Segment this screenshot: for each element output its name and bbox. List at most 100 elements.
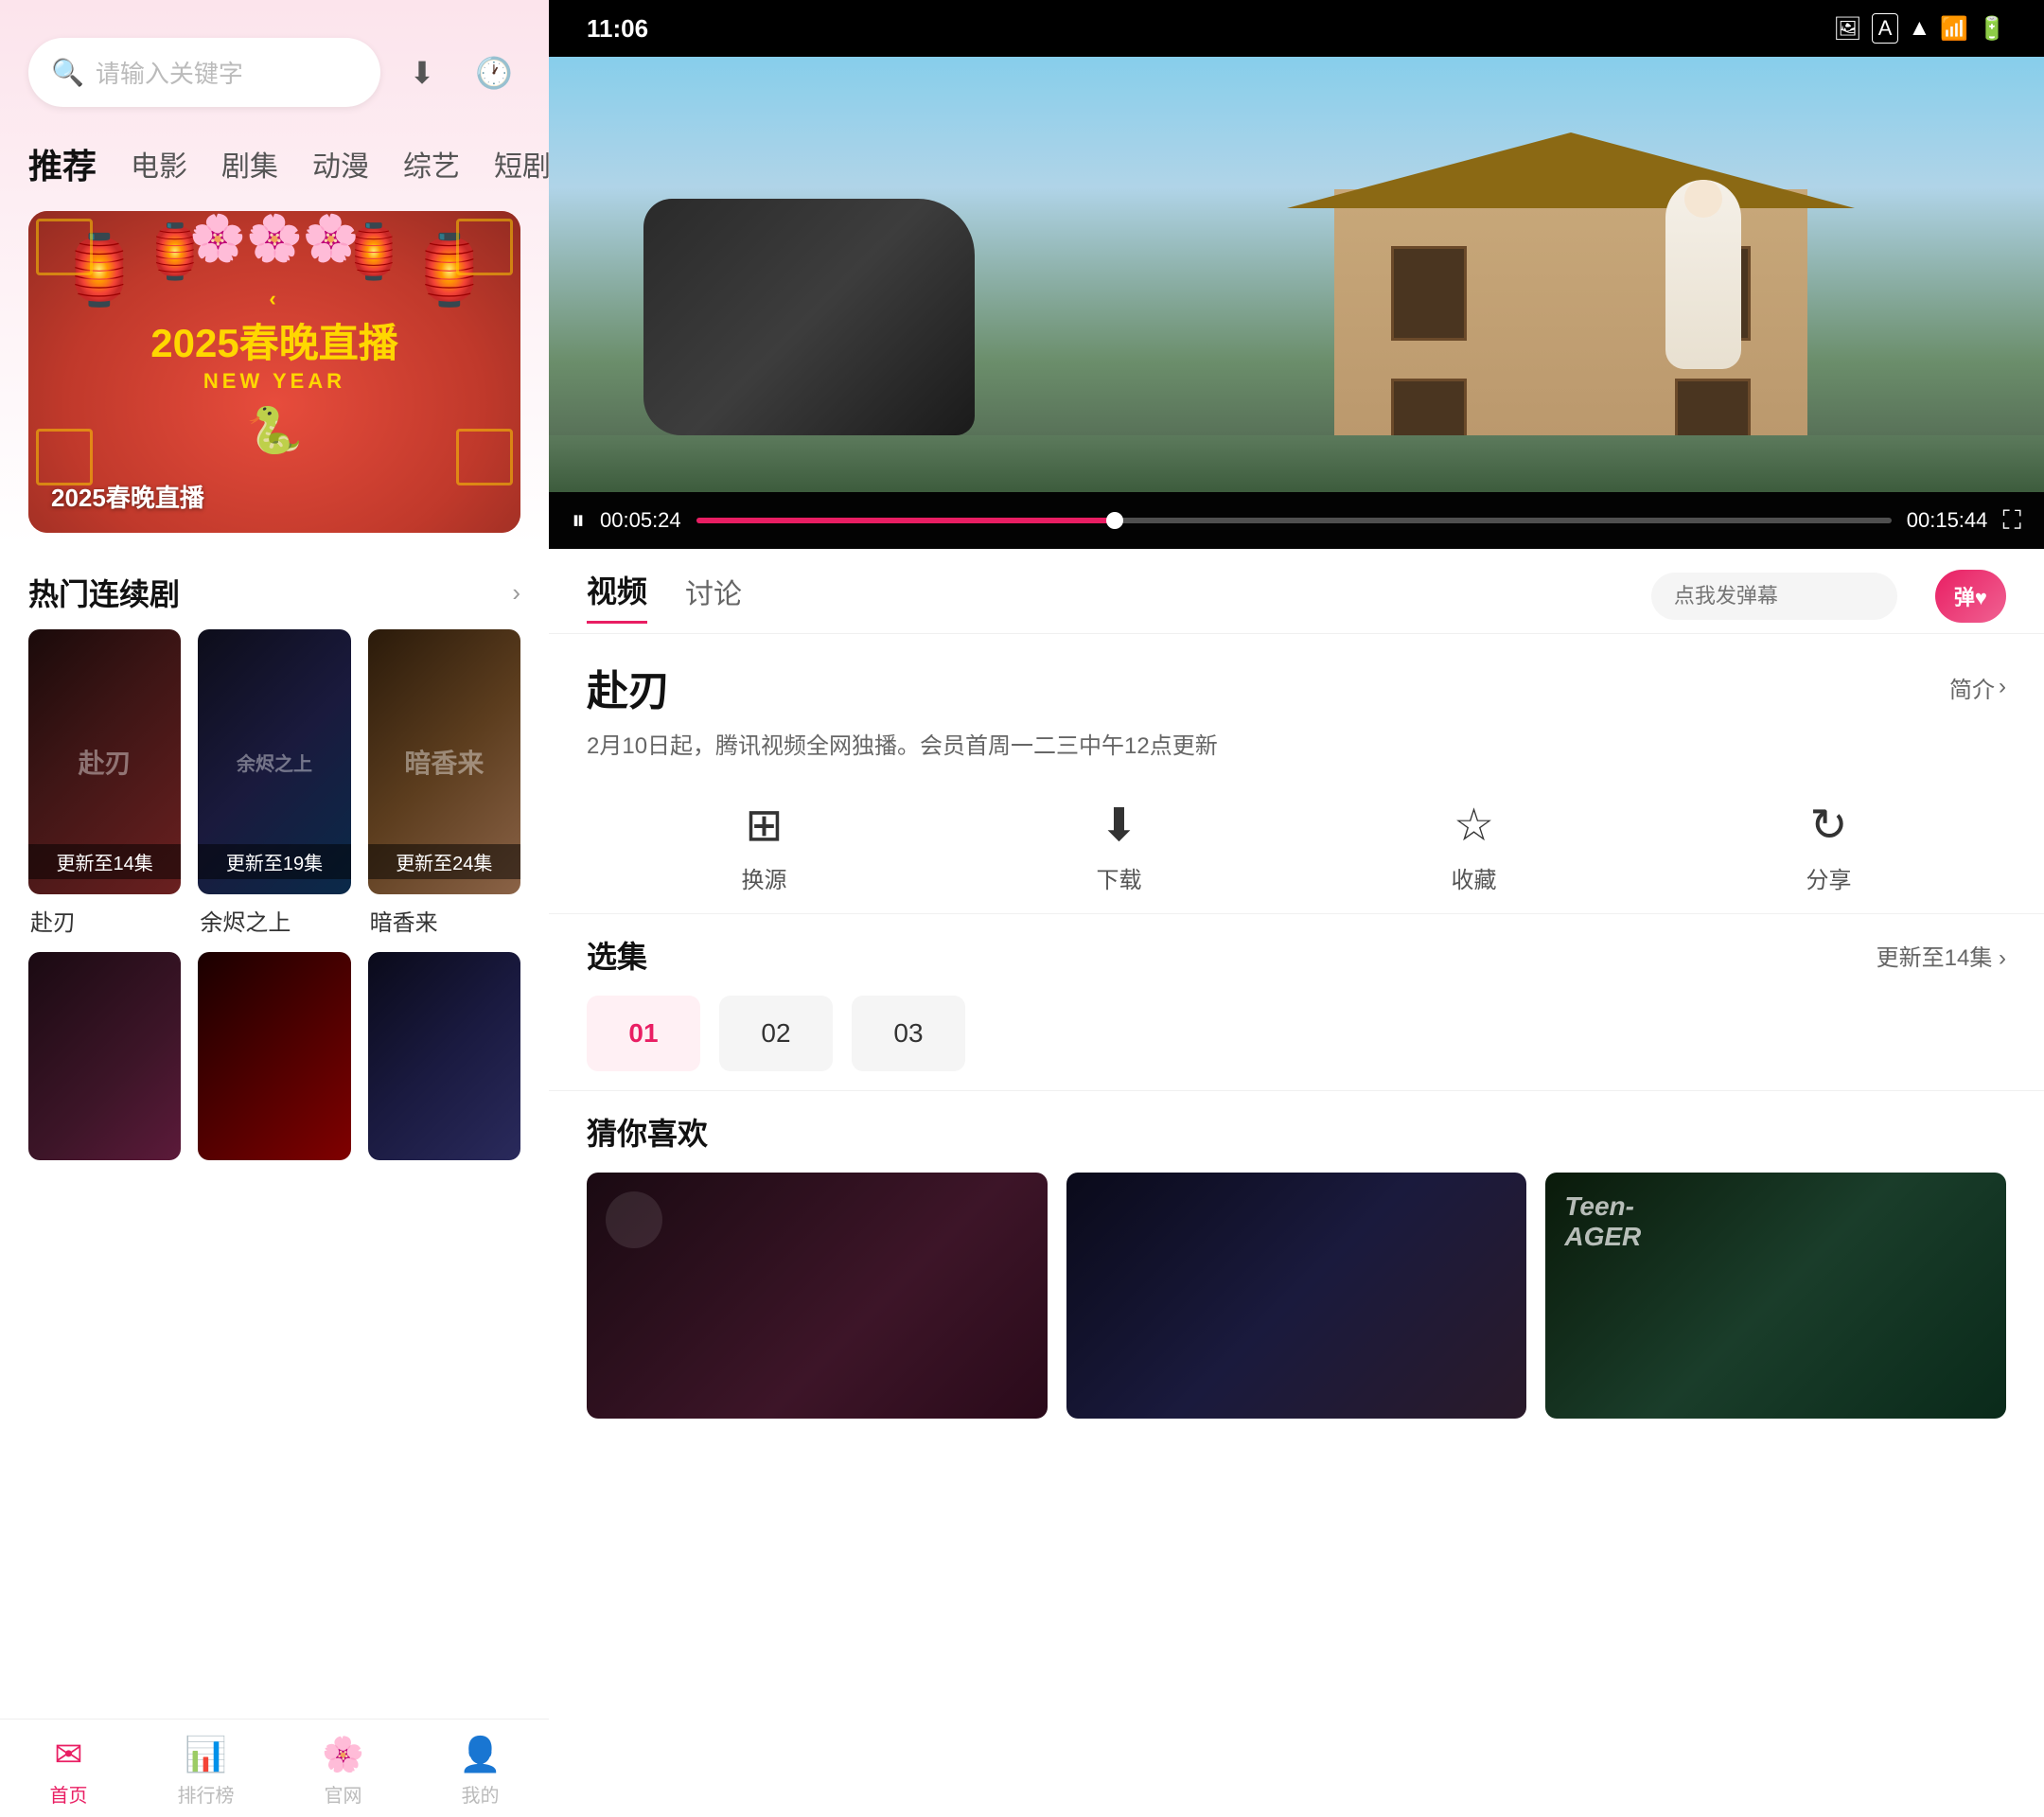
rec-card-2-content: [1066, 1173, 1527, 1210]
danmu-button[interactable]: 弹♥: [1935, 570, 2006, 623]
action-share[interactable]: ↻ 分享: [1651, 799, 2006, 894]
drama-card-wrap-3: 暗香来 更新至24集 暗香来: [368, 629, 520, 937]
history-button[interactable]: 🕐: [467, 46, 520, 99]
tab-anime[interactable]: 动漫: [312, 139, 369, 188]
episode-item-3[interactable]: 03: [852, 996, 965, 1071]
share-icon: ↻: [1809, 799, 1847, 852]
drama-intro-button[interactable]: 简介 ›: [1949, 671, 2006, 704]
search-placeholder: 请输入关键字: [96, 55, 243, 90]
keyboard-icon: A: [1872, 13, 1899, 44]
status-time: 11:06: [587, 14, 648, 44]
figure-element: [1665, 180, 1741, 369]
drama-name-2: 余烬之上: [198, 904, 350, 937]
download-button[interactable]: ⬇: [396, 46, 449, 99]
recommend-title: 猜你喜欢: [587, 1110, 2006, 1154]
tab-discussion[interactable]: 讨论: [685, 571, 742, 622]
episode-item-2[interactable]: 02: [719, 996, 833, 1071]
home-label: 首页: [50, 1780, 88, 1808]
tab-video[interactable]: 视频: [587, 568, 647, 624]
video-player[interactable]: ‹ 📺: [549, 57, 2044, 549]
drama-info-header: 赴刃 简介 ›: [587, 657, 2006, 717]
banner-happy: ‹: [150, 287, 397, 311]
flower-top: 🌸🌸🌸: [189, 211, 359, 265]
figure-head: [1684, 180, 1722, 218]
drama-card-3-title: 暗香来: [404, 743, 484, 781]
banner-year: 2025春晚直播: [150, 311, 397, 369]
drama-card-wrap-1: 赴刃 更新至14集 赴刃: [28, 629, 181, 937]
search-actions: ⬇ 🕐: [396, 46, 520, 99]
fullscreen-button[interactable]: ⛶: [2002, 505, 2021, 537]
drama-card-wrap-2: 余烬之上 更新至19集 余烬之上: [198, 629, 350, 937]
banner-text: ‹ 2025春晚直播 NEW YEAR 🐍: [150, 287, 397, 457]
ranking-icon: 📊: [185, 1735, 227, 1774]
hot-dramas-title: 热门连续剧: [28, 571, 180, 614]
drama-info: 赴刃 简介 › 2月10日起，腾讯视频全网独播。会员首周一二三中午12点更新: [549, 634, 2044, 780]
drama-name-3: 暗香来: [368, 904, 520, 937]
figure-body: [1665, 180, 1741, 369]
window-1: [1391, 246, 1467, 341]
tab-short[interactable]: 短剧: [494, 139, 549, 188]
nav-official[interactable]: 🌸 官网: [274, 1735, 412, 1808]
right-panel: 11:06 🖼 A ▲ 📶 🔋 ‹ 📺: [549, 0, 2044, 1817]
hot-dramas-more[interactable]: ›: [512, 578, 520, 608]
corner-deco-bl: [36, 429, 93, 485]
drama-card-anxiang[interactable]: 暗香来 更新至24集: [368, 629, 520, 894]
episodes-header: 选集 更新至14集 ›: [587, 933, 2006, 977]
tab-recommend[interactable]: 推荐: [28, 135, 97, 192]
action-switch-source[interactable]: ⊞ 换源: [587, 799, 942, 894]
action-download[interactable]: ⬇ 下载: [942, 799, 1296, 894]
favorite-icon: ☆: [1454, 799, 1494, 852]
episode-item-1[interactable]: 01: [587, 996, 700, 1071]
drama-card-zhuren[interactable]: 赴刃 更新至14集: [28, 629, 181, 894]
status-bar: 11:06 🖼 A ▲ 📶 🔋: [549, 0, 2044, 57]
tab-movie[interactable]: 电影: [131, 139, 187, 188]
banner[interactable]: 🏮 🏮 🏮 🏮 🌸🌸🌸 ‹ 2025春晚直播 NEW YEAR 🐍 2025春晚…: [28, 211, 520, 533]
action-favorite[interactable]: ☆ 收藏: [1296, 799, 1651, 894]
end-time: 00:15:44: [1907, 508, 1988, 533]
rec-avatar-1: [606, 1191, 662, 1248]
download-label: 下载: [1097, 861, 1142, 894]
official-icon: 🌸: [322, 1735, 364, 1774]
drama-card-1-title: 赴刃: [79, 743, 132, 781]
progress-bar[interactable]: [696, 518, 1892, 523]
drama-card-yujin[interactable]: 余烬之上 更新至19集: [198, 629, 350, 894]
danmu-input[interactable]: [1651, 573, 1897, 620]
nav-ranking[interactable]: 📊 排行榜: [137, 1735, 274, 1808]
video-scene: [549, 57, 2044, 492]
tab-series[interactable]: 剧集: [221, 139, 278, 188]
switch-source-icon: ⊞: [745, 799, 783, 852]
episodes-more[interactable]: 更新至14集 ›: [1877, 939, 2006, 972]
status-icons: 🖼 A ▲ 📶 🔋: [1833, 13, 2006, 44]
ground: [549, 435, 2044, 492]
favorite-label: 收藏: [1452, 861, 1497, 894]
drama-badge-2: 更新至19集: [198, 844, 350, 879]
tab-variety[interactable]: 综艺: [403, 139, 460, 188]
episodes-title: 选集: [587, 933, 647, 977]
wifi-icon: ▲: [1908, 15, 1930, 42]
intro-label: 简介: [1949, 671, 1995, 704]
drama-card-2-title: 余烬之上: [237, 749, 312, 776]
rec-card-2[interactable]: [1066, 1173, 1527, 1419]
pause-button[interactable]: ⏸: [572, 505, 585, 537]
corner-deco-tr: [456, 219, 513, 275]
corner-deco-tl: [36, 219, 93, 275]
drama-small-1[interactable]: [28, 952, 181, 1160]
episode-list: 01 02 03: [587, 996, 2006, 1071]
search-input-wrap[interactable]: 🔍 请输入关键字: [28, 38, 380, 107]
nav-mine[interactable]: 👤 我的: [412, 1735, 549, 1808]
banner-new-year: NEW YEAR: [150, 369, 397, 394]
player-controls: ⏸ 00:05:24 00:15:44 ⛶: [549, 492, 2044, 549]
nav-home[interactable]: ✉ 首页: [0, 1735, 137, 1808]
drama-title: 赴刃: [587, 657, 670, 717]
bottom-nav: ✉ 首页 📊 排行榜 🌸 官网 👤 我的: [0, 1719, 549, 1817]
drama-small-3[interactable]: [368, 952, 520, 1160]
drama-badge-1: 更新至14集: [28, 844, 181, 879]
action-buttons: ⊞ 换源 ⬇ 下载 ☆ 收藏 ↻ 分享: [549, 780, 2044, 914]
ranking-label: 排行榜: [178, 1780, 235, 1808]
drama-desc: 2月10日起，腾讯视频全网独播。会员首周一二三中午12点更新: [587, 729, 2006, 765]
rec-card-1[interactable]: [587, 1173, 1048, 1419]
episodes-section: 选集 更新至14集 › 01 02 03: [549, 914, 2044, 1091]
drama-small-2[interactable]: [198, 952, 350, 1160]
section-header-hot: 热门连续剧 ›: [0, 561, 549, 629]
rec-card-3[interactable]: Teen-AGER: [1545, 1173, 2006, 1419]
